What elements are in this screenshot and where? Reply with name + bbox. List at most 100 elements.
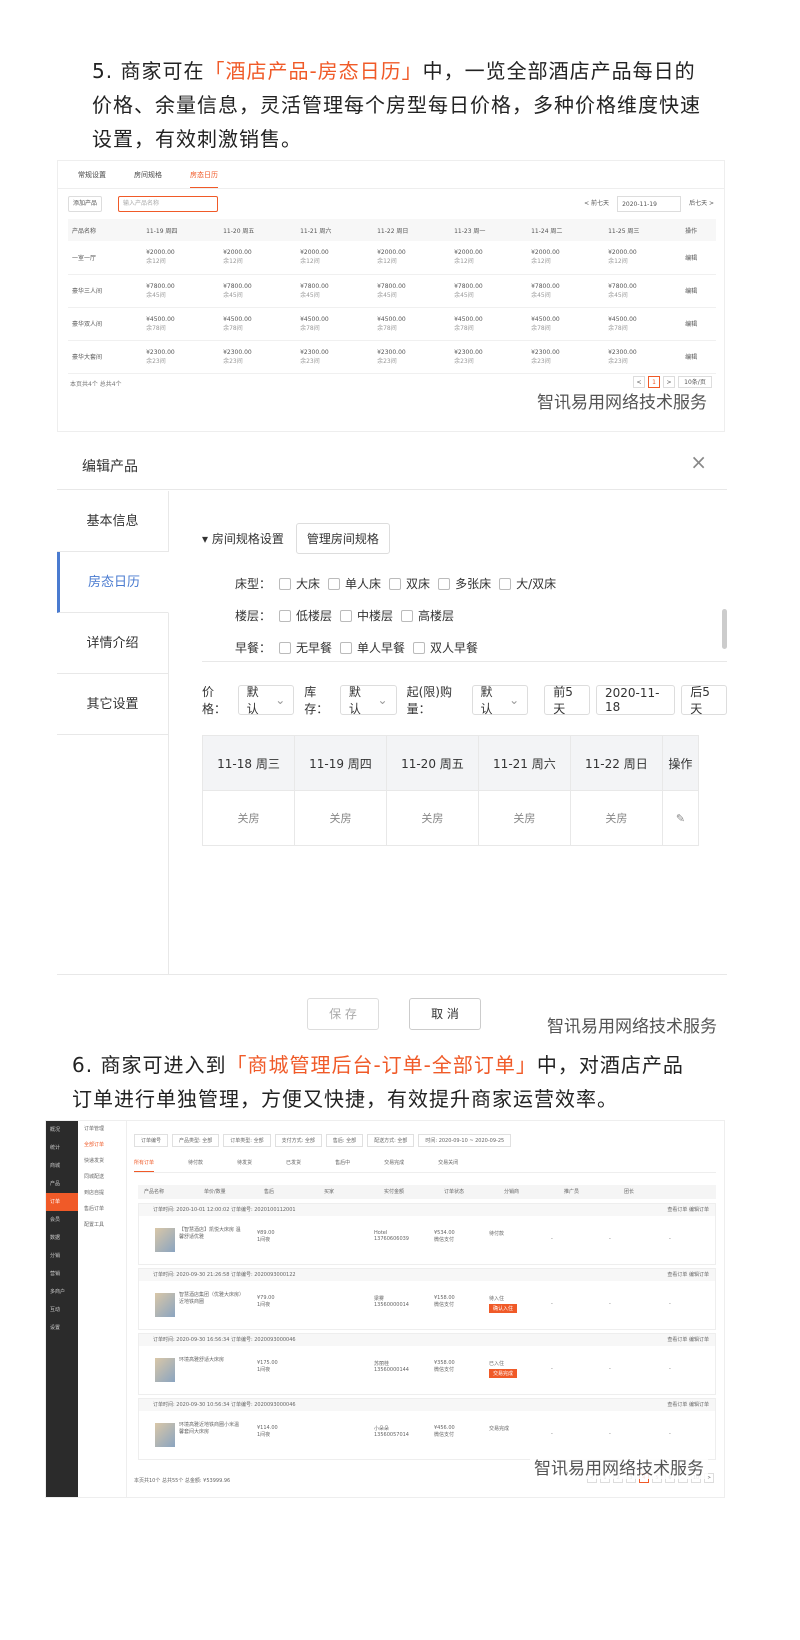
product-name[interactable]: 环境高雅舒适大床房 xyxy=(179,1356,243,1363)
limit-select[interactable]: 默认 ⌄ xyxy=(471,685,529,716)
save-button[interactable]: 保 存 xyxy=(307,998,379,1030)
scrollbar[interactable] xyxy=(722,609,727,649)
filter-field[interactable]: 产品类型: 全部 xyxy=(172,1133,220,1147)
stock-select[interactable]: 默认 ⌄ xyxy=(339,685,397,716)
tab-0[interactable]: 常规设置 xyxy=(78,161,106,188)
prev-5-days-button[interactable]: 前5天 xyxy=(544,685,590,716)
filter-field[interactable]: 订单类型: 全部 xyxy=(223,1133,271,1147)
checkbox[interactable] xyxy=(389,577,402,590)
edit-link[interactable]: 编辑 xyxy=(681,307,716,341)
subnav-item[interactable]: 售后订单 xyxy=(79,1201,126,1217)
checkbox[interactable] xyxy=(499,577,512,590)
close-icon[interactable]: × xyxy=(690,450,707,474)
nav-item[interactable]: 统计 xyxy=(46,1139,78,1157)
edit-link[interactable]: 编辑 xyxy=(681,340,716,374)
manage-room-spec-button[interactable]: 管理房间规格 xyxy=(295,523,390,554)
status-button[interactable]: 确认入住 xyxy=(489,1304,517,1313)
option-checkbox[interactable]: 高楼层 xyxy=(401,607,454,624)
nav-item[interactable]: 多商户 xyxy=(46,1283,78,1301)
option-checkbox[interactable]: 无早餐 xyxy=(279,639,332,656)
pager-item[interactable]: > xyxy=(663,376,675,388)
date-field[interactable]: 2020-11-18 xyxy=(595,685,676,715)
cancel-button[interactable]: 取 消 xyxy=(409,998,481,1030)
option-checkbox[interactable]: 双床 xyxy=(389,575,430,592)
option-checkbox[interactable]: 单人床 xyxy=(328,575,381,592)
checkbox[interactable] xyxy=(401,609,414,622)
day-cell[interactable]: 关房 xyxy=(385,790,479,846)
order-actions[interactable]: 查看订单 编辑订单 xyxy=(667,1399,709,1411)
pager-item[interactable]: < xyxy=(633,376,645,388)
option-checkbox[interactable]: 大床 xyxy=(279,575,320,592)
next-week-button[interactable]: 后七天 > xyxy=(689,196,714,212)
edit-link[interactable]: 编辑 xyxy=(681,274,716,308)
checkbox[interactable] xyxy=(279,609,292,622)
nav-item[interactable]: 商城 xyxy=(46,1157,78,1175)
order-actions[interactable]: 查看订单 编辑订单 xyxy=(667,1204,709,1216)
filter-field[interactable]: 订单编号 xyxy=(134,1133,169,1147)
day-cell[interactable]: 关房 xyxy=(293,790,387,846)
room-spec-toggle[interactable]: ▾ 房间规格设置 xyxy=(202,530,284,547)
checkbox[interactable] xyxy=(328,577,341,590)
tab-2[interactable]: 房态日历 xyxy=(190,161,218,188)
day-cell[interactable]: 关房 xyxy=(202,790,295,846)
status-button[interactable]: 交易完成 xyxy=(489,1369,517,1378)
filter-field[interactable]: 支付方式: 全部 xyxy=(274,1133,322,1147)
nav-item[interactable]: 概况 xyxy=(46,1121,78,1139)
filter-field[interactable]: 配送方式: 全部 xyxy=(367,1133,415,1147)
price-select[interactable]: 默认 ⌄ xyxy=(237,685,295,716)
day-cell[interactable]: 关房 xyxy=(477,790,571,846)
sidebar-item[interactable]: 房态日历 xyxy=(57,552,169,613)
option-checkbox[interactable]: 多张床 xyxy=(438,575,491,592)
add-product-button[interactable]: 添加产品 xyxy=(68,196,103,212)
order-actions[interactable]: 查看订单 编辑订单 xyxy=(667,1334,709,1346)
checkbox[interactable] xyxy=(279,577,292,590)
subnav-item[interactable]: 全部订单 xyxy=(79,1137,126,1153)
prev-week-button[interactable]: < 前七天 xyxy=(584,196,609,212)
calendar-date-field[interactable]: 2020-11-19 xyxy=(617,196,682,212)
edit-icon[interactable]: ✎ xyxy=(661,790,700,846)
order-tab[interactable]: 待付款 xyxy=(188,1159,203,1172)
product-name[interactable]: 智慧酒店集团（优雅大床房）近地铁商圈 xyxy=(179,1291,243,1305)
checkbox[interactable] xyxy=(413,641,426,654)
nav-item[interactable]: 设置 xyxy=(46,1319,78,1337)
order-tab[interactable]: 售后中 xyxy=(335,1159,350,1172)
order-tab[interactable]: 所有订单 xyxy=(134,1159,155,1172)
checkbox[interactable] xyxy=(340,609,353,622)
nav-item[interactable]: 营销 xyxy=(46,1265,78,1283)
filter-field[interactable]: 时间: 2020-09-10 ~ 2020-09-25 xyxy=(418,1133,512,1147)
nav-item[interactable]: 分销 xyxy=(46,1247,78,1265)
checkbox[interactable] xyxy=(340,641,353,654)
option-checkbox[interactable]: 大/双床 xyxy=(499,575,556,592)
product-search-input[interactable]: 输入产品名称 xyxy=(118,196,218,212)
order-tab[interactable]: 交易关闭 xyxy=(438,1159,458,1172)
checkbox[interactable] xyxy=(438,577,451,590)
order-tab[interactable]: 已发货 xyxy=(286,1159,301,1172)
subnav-item[interactable]: 快递发货 xyxy=(79,1153,126,1169)
day-cell[interactable]: 关房 xyxy=(569,790,663,846)
tab-1[interactable]: 房间规格 xyxy=(134,161,162,188)
sidebar-item[interactable]: 其它设置 xyxy=(57,674,168,735)
subnav-item[interactable]: 到店自提 xyxy=(79,1185,126,1201)
nav-item[interactable]: 数据 xyxy=(46,1229,78,1247)
sidebar-item[interactable]: 基本信息 xyxy=(57,491,168,552)
checkbox[interactable] xyxy=(279,641,292,654)
order-actions[interactable]: 查看订单 编辑订单 xyxy=(667,1269,709,1281)
product-name[interactable]: 环境高雅近地铁商圈小米温馨套间大床房 xyxy=(179,1421,243,1435)
option-checkbox[interactable]: 低楼层 xyxy=(279,607,332,624)
next-5-days-button[interactable]: 后5天 xyxy=(681,685,727,716)
filter-field[interactable]: 售后: 全部 xyxy=(325,1133,364,1147)
subnav-item[interactable]: 配置工具 xyxy=(79,1217,126,1233)
nav-item[interactable]: 订单 xyxy=(46,1193,78,1211)
subnav-item[interactable]: 同城配送 xyxy=(79,1169,126,1185)
nav-item[interactable]: 互动 xyxy=(46,1301,78,1319)
nav-item[interactable]: 会员 xyxy=(46,1211,78,1229)
pager-item[interactable]: 1 xyxy=(648,376,660,388)
edit-link[interactable]: 编辑 xyxy=(681,241,716,275)
option-checkbox[interactable]: 中楼层 xyxy=(340,607,393,624)
product-name[interactable]: 【智慧酒店】凯悦大床房 温馨舒适优雅 xyxy=(179,1226,243,1240)
option-checkbox[interactable]: 单人早餐 xyxy=(340,639,405,656)
option-checkbox[interactable]: 双人早餐 xyxy=(413,639,478,656)
subnav-item[interactable]: 订单管理 xyxy=(79,1121,126,1137)
pager-item[interactable]: 10条/页 xyxy=(678,376,712,388)
order-tab[interactable]: 交易完成 xyxy=(384,1159,404,1172)
